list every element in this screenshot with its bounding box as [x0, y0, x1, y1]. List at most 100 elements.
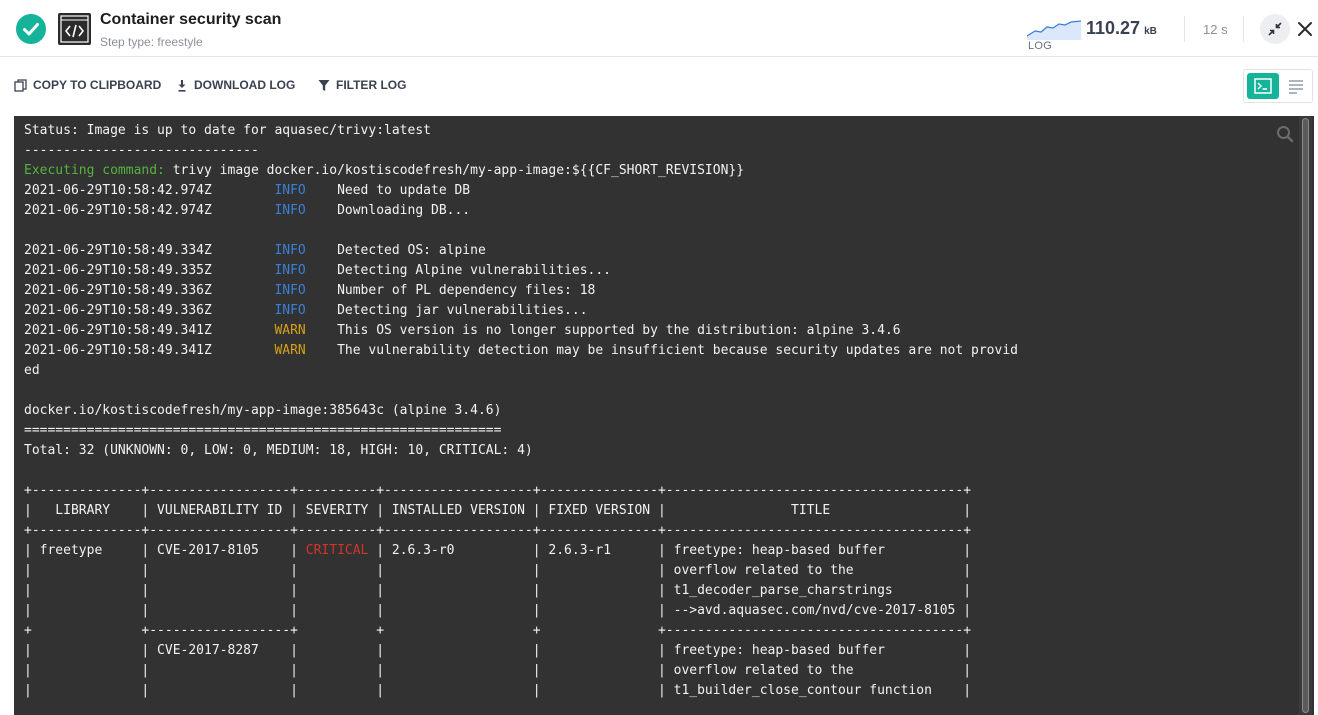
log-line: | | | | | | t1_builder_close_contour fun… — [24, 681, 1018, 701]
log-info-text: INFO — [274, 283, 306, 298]
log-text: 2021-06-29T10:58:49.341Z — [24, 323, 275, 338]
download-log-button[interactable]: DOWNLOAD LOG — [176, 78, 295, 92]
log-info-text: INFO — [274, 303, 306, 318]
log-line: Total: 32 (UNKNOWN: 0, LOW: 0, MEDIUM: 1… — [24, 441, 1018, 461]
log-line: | freetype | CVE-2017-8105 | CRITICAL | … — [24, 541, 1018, 561]
copy-to-clipboard-button[interactable]: COPY TO CLIPBOARD — [14, 78, 161, 92]
log-line: + +------------------+ + + +------------… — [24, 621, 1018, 641]
log-line: 2021-06-29T10:58:42.974Z INFO Downloadin… — [24, 201, 1018, 221]
log-text: | 2.6.3-r0 | 2.6.3-r1 | freetype: heap-b… — [368, 543, 972, 558]
log-size-sparkline — [1027, 20, 1081, 40]
log-text: | freetype | CVE-2017-8105 | — [24, 543, 306, 558]
log-text: 2021-06-29T10:58:42.974Z — [24, 203, 275, 218]
log-line: ========================================… — [24, 421, 1018, 441]
log-line: | LIBRARY | VULNERABILITY ID | SEVERITY … — [24, 501, 1018, 521]
log-text: ------------------------------ — [24, 143, 259, 158]
download-icon — [178, 79, 186, 92]
log-line: 2021-06-29T10:58:49.336Z INFO Number of … — [24, 281, 1018, 301]
success-check-icon — [16, 14, 46, 44]
log-line: Status: Image is up to date for aquasec/… — [24, 121, 1018, 141]
log-size-label: LOG — [1028, 40, 1053, 52]
close-button[interactable] — [1295, 19, 1315, 39]
log-line: ------------------------------ — [24, 141, 1018, 161]
log-line: 2021-06-29T10:58:49.335Z INFO Detecting … — [24, 261, 1018, 281]
log-text: 2021-06-29T10:58:49.336Z — [24, 283, 275, 298]
log-text: Detected OS: alpine — [305, 243, 486, 258]
collapse-arrows-icon — [1268, 22, 1282, 36]
log-scrollbar[interactable] — [1299, 116, 1312, 715]
log-text: docker.io/kostiscodefresh/my-app-image:3… — [24, 403, 502, 418]
terminal-icon — [1254, 78, 1272, 94]
log-text: 2021-06-29T10:58:42.974Z — [24, 183, 275, 198]
log-warn-text: WARN — [274, 323, 306, 338]
log-info-text: INFO — [274, 263, 306, 278]
log-line: 2021-06-29T10:58:49.341Z WARN The vulner… — [24, 341, 1018, 361]
log-line: | | | | | | -->avd.aquasec.com/nvd/cve-2… — [24, 601, 1018, 621]
scrollbar-thumb[interactable] — [1302, 118, 1309, 713]
log-line: +--------------+------------------+-----… — [24, 481, 1018, 501]
log-text: trivy image docker.io/kostiscodefresh/my… — [164, 163, 745, 178]
log-line: 2021-06-29T10:58:49.336Z INFO Detecting … — [24, 301, 1018, 321]
log-toolbar: COPY TO CLIPBOARD DOWNLOAD LOG FILTER LO… — [0, 58, 1318, 114]
text-view-button[interactable] — [1282, 73, 1310, 99]
log-text: | | | | | | t1_builder_close_contour fun… — [24, 683, 972, 698]
terminal-view-button[interactable] — [1247, 73, 1279, 99]
log-line: 2021-06-29T10:58:49.334Z INFO Detected O… — [24, 241, 1018, 261]
log-text: +--------------+------------------+-----… — [24, 483, 972, 498]
log-crit-text: CRITICAL — [305, 543, 369, 558]
log-text: | | | | | | overflow related to the | — [24, 663, 972, 678]
log-info-text: INFO — [274, 183, 306, 198]
log-output-panel[interactable]: Status: Image is up to date for aquasec/… — [14, 116, 1314, 715]
filter-log-button[interactable]: FILTER LOG — [318, 78, 406, 92]
log-text: Downloading DB... — [305, 203, 471, 218]
log-text: | | CVE-2017-8287 | | | | freetype: heap… — [24, 643, 972, 658]
log-line: Executing command: trivy image docker.io… — [24, 161, 1018, 181]
divider — [1184, 16, 1185, 42]
log-line: ed — [24, 361, 1018, 381]
close-icon — [1298, 22, 1312, 36]
log-text: ========================================… — [24, 423, 502, 438]
view-mode-toggle — [1243, 69, 1313, 103]
log-text: 2021-06-29T10:58:49.336Z — [24, 303, 275, 318]
copy-label: COPY TO CLIPBOARD — [33, 78, 162, 92]
log-text: + +------------------+ + + +------------… — [24, 623, 972, 638]
log-text: Need to update DB — [305, 183, 471, 198]
log-content[interactable]: Status: Image is up to date for aquasec/… — [24, 121, 1018, 701]
log-line: docker.io/kostiscodefresh/my-app-image:3… — [24, 401, 1018, 421]
minimize-button[interactable] — [1260, 14, 1290, 44]
log-line: 2021-06-29T10:58:42.974Z INFO Need to up… — [24, 181, 1018, 201]
log-text: 2021-06-29T10:58:49.341Z — [24, 343, 275, 358]
log-text: | | | | | | overflow related to the | — [24, 563, 972, 578]
download-label: DOWNLOAD LOG — [194, 78, 296, 92]
log-cmd-text: Executing command: — [24, 163, 165, 178]
step-duration: 12 s — [1203, 22, 1228, 37]
log-text: 2021-06-29T10:58:49.334Z — [24, 243, 275, 258]
step-title: Container security scan — [100, 11, 282, 28]
log-text: The vulnerability detection may be insuf… — [305, 343, 1018, 358]
log-text: ed — [24, 363, 40, 378]
log-line: | | | | | | t1_decoder_parse_charstrings… — [24, 581, 1018, 601]
log-size-value: 110.27 — [1086, 18, 1141, 38]
log-text: | | | | | | t1_decoder_parse_charstrings… — [24, 583, 972, 598]
log-warn-text: WARN — [274, 343, 306, 358]
step-header: Container security scan Step type: frees… — [0, 0, 1318, 57]
search-icon[interactable] — [1276, 125, 1294, 143]
divider — [1243, 16, 1244, 42]
code-icon — [58, 13, 91, 45]
log-text: Detecting Alpine vulnerabilities... — [305, 263, 612, 278]
step-type: Step type: freestyle — [100, 35, 203, 49]
log-line: | | | | | | overflow related to the | — [24, 561, 1018, 581]
log-text: Total: 32 (UNKNOWN: 0, LOW: 0, MEDIUM: 1… — [24, 443, 533, 458]
log-text: 2021-06-29T10:58:49.335Z — [24, 263, 275, 278]
log-text: Number of PL dependency files: 18 — [305, 283, 596, 298]
log-line: +--------------+------------------+-----… — [24, 521, 1018, 541]
log-text: | LIBRARY | VULNERABILITY ID | SEVERITY … — [24, 503, 972, 518]
log-text: This OS version is no longer supported b… — [305, 323, 901, 338]
text-lines-icon — [1289, 80, 1303, 94]
log-line: | | CVE-2017-8287 | | | | freetype: heap… — [24, 641, 1018, 661]
log-info-text: INFO — [274, 243, 306, 258]
log-text: Detecting jar vulnerabilities... — [305, 303, 588, 318]
